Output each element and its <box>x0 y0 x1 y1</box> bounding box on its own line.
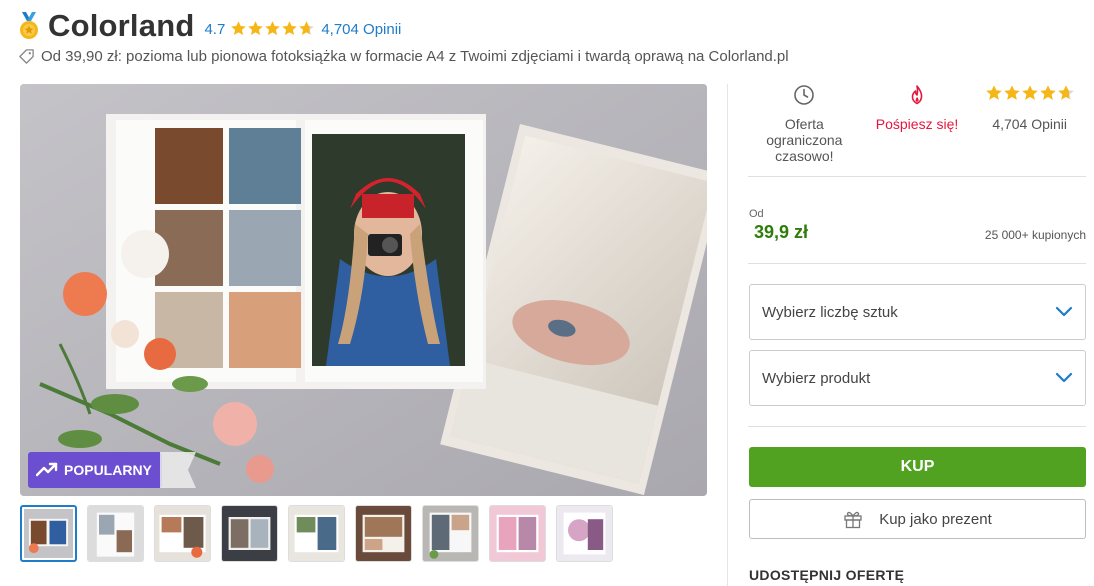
deal-subtitle: Od 39,90 zł: pozioma lub pionowa fotoksi… <box>18 48 789 65</box>
star-icon <box>1003 85 1020 100</box>
badge-ribbon-tail <box>160 452 196 488</box>
sold-count: 25 000+ kupionych <box>984 228 1086 242</box>
feature-limited-time: Oferta ograniczona czasowo! <box>748 84 861 176</box>
popular-badge: POPULARNY <box>28 452 162 488</box>
thumbnail-strip <box>20 505 623 562</box>
rating-value: 4.7 <box>204 20 226 38</box>
thumbnail-2[interactable] <box>87 505 144 562</box>
star-icon <box>231 21 247 35</box>
feature-limited-time-label: Oferta ograniczona czasowo! <box>766 116 843 164</box>
rating-stars <box>230 20 315 37</box>
thumbnail-6[interactable] <box>355 505 412 562</box>
reviews-link[interactable]: 4,704 Opinii <box>321 21 401 38</box>
price-from-label: Od <box>749 208 764 220</box>
tag-icon <box>19 49 34 64</box>
chevron-down-icon <box>1055 306 1073 317</box>
thumbnail-1[interactable] <box>20 505 77 562</box>
product-select[interactable]: Wybierz produkt <box>749 350 1086 406</box>
star-icon <box>265 21 281 35</box>
clock-icon <box>794 85 815 105</box>
sidebar-divider <box>727 84 728 586</box>
divider-1 <box>748 176 1086 177</box>
brand-title: Colorland <box>48 8 195 43</box>
divider-3 <box>748 426 1086 427</box>
star-icon <box>1057 85 1074 100</box>
chevron-down-icon <box>1055 372 1073 383</box>
star-icon <box>248 21 264 35</box>
star-icon <box>1021 85 1038 100</box>
subtitle-text: Od 39,90 zł: pozioma lub pionowa fotoksi… <box>41 48 789 65</box>
star-icon <box>1039 85 1056 100</box>
popular-badge-label: POPULARNY <box>64 462 152 478</box>
divider-2 <box>748 263 1086 264</box>
thumbnail-7[interactable] <box>422 505 479 562</box>
star-icon <box>299 21 315 35</box>
flame-icon <box>911 85 923 105</box>
product-select-label: Wybierz produkt <box>762 369 871 387</box>
offer-features: Oferta ograniczona czasowo! Pośpiesz się… <box>748 84 1086 176</box>
feature-hurry: Pośpiesz się! <box>861 84 974 176</box>
buy-as-gift-label: Kup jako prezent <box>879 510 992 528</box>
thumbnail-3[interactable] <box>154 505 211 562</box>
feature-reviews[interactable]: 4,704 Opinii <box>973 84 1086 176</box>
title-row: Colorland 4.7 4,704 Opinii <box>18 6 401 46</box>
star-icon <box>282 21 298 35</box>
feature-hurry-label: Pośpiesz się! <box>875 116 959 132</box>
trending-up-icon <box>36 462 58 477</box>
buy-as-gift-button[interactable]: Kup jako prezent <box>749 499 1086 539</box>
medal-icon <box>20 12 38 39</box>
photobook-illustration <box>20 84 707 496</box>
thumbnail-5[interactable] <box>288 505 345 562</box>
star-icon <box>985 85 1002 100</box>
feature-stars <box>973 84 1086 106</box>
gift-icon <box>844 511 862 529</box>
share-offer-heading: UDOSTĘPNIJ OFERTĘ <box>749 567 905 583</box>
main-product-image[interactable] <box>20 84 707 496</box>
feature-reviews-label: 4,704 Opinii <box>992 116 1068 132</box>
thumbnail-4[interactable] <box>221 505 278 562</box>
thumbnail-8[interactable] <box>489 505 546 562</box>
quantity-select-label: Wybierz liczbę sztuk <box>762 303 898 321</box>
quantity-select[interactable]: Wybierz liczbę sztuk <box>749 284 1086 340</box>
thumbnail-9[interactable] <box>556 505 613 562</box>
buy-button[interactable]: KUP <box>749 447 1086 487</box>
price-value: 39,9 zł <box>754 222 809 242</box>
